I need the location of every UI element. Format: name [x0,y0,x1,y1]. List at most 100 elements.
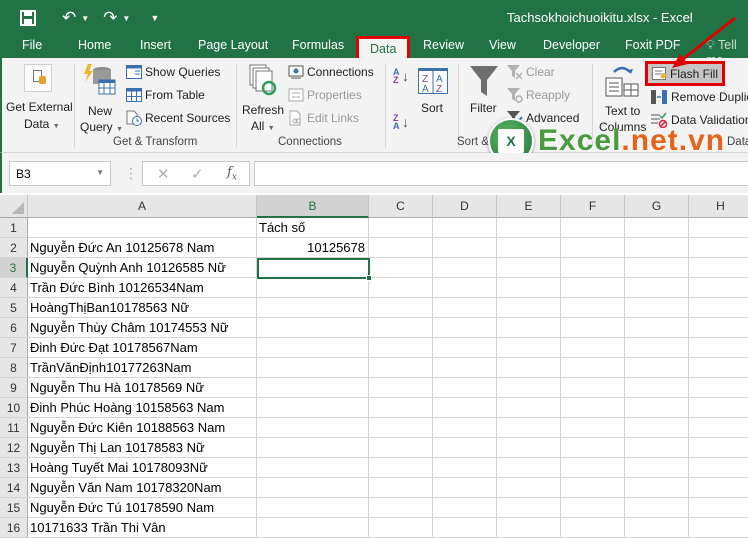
cell-e1[interactable] [497,218,561,238]
row-header[interactable]: 13 [0,458,28,478]
cell-d10[interactable] [433,398,497,418]
undo-dropdown-icon[interactable]: ▼ [81,14,89,23]
cell-a9[interactable]: Nguyễn Thu Hà 10178569 Nữ [28,378,257,398]
cell-f6[interactable] [561,318,625,338]
cell-a13[interactable]: Hoàng Tuyết Mai 10178093Nữ [28,458,257,478]
tab-file[interactable]: File [22,38,42,52]
cell-d5[interactable] [433,298,497,318]
tab-review[interactable]: Review [423,38,464,52]
cell-a10[interactable]: Đinh Phúc Hoàng 10158563 Nam [28,398,257,418]
cell-g11[interactable] [625,418,689,438]
cell-c10[interactable] [369,398,433,418]
cell-b6[interactable] [257,318,369,338]
get-external-data-button[interactable]: Get External Data ▼ [4,62,73,132]
cell-f16[interactable] [561,518,625,538]
row-header[interactable]: 4 [0,278,28,298]
cell-c11[interactable] [369,418,433,438]
cell-a7[interactable]: Đinh Đức Đạt 10178567Nam [28,338,257,358]
cell-c4[interactable] [369,278,433,298]
cell-c7[interactable] [369,338,433,358]
cell-h14[interactable] [689,478,748,498]
cell-c14[interactable] [369,478,433,498]
cell-d3[interactable] [433,258,497,278]
cell-c5[interactable] [369,298,433,318]
cell-a11[interactable]: Nguyễn Đức Kiên 10188563 Nam [28,418,257,438]
cell-f13[interactable] [561,458,625,478]
cell-f1[interactable] [561,218,625,238]
cell-d9[interactable] [433,378,497,398]
formula-bar-grip-icon[interactable]: ⋮ [124,165,138,182]
row-header[interactable]: 16 [0,518,28,538]
cell-a4[interactable]: Trần Đức Bình 10126534Nam [28,278,257,298]
cell-f10[interactable] [561,398,625,418]
cell-h1[interactable] [689,218,748,238]
cell-b9[interactable] [257,378,369,398]
cell-b12[interactable] [257,438,369,458]
cell-d2[interactable] [433,238,497,258]
cell-d14[interactable] [433,478,497,498]
cell-g6[interactable] [625,318,689,338]
tab-home[interactable]: Home [78,38,111,52]
cell-f4[interactable] [561,278,625,298]
row-header[interactable]: 1 [0,218,28,238]
cell-f12[interactable] [561,438,625,458]
undo-icon[interactable]: ↶ [62,8,76,28]
cell-a16[interactable]: 10171633 Trần Thi Vân [28,518,257,538]
cell-h10[interactable] [689,398,748,418]
column-header-h[interactable]: H [689,195,748,218]
fill-handle[interactable] [366,275,372,281]
tab-page-layout[interactable]: Page Layout [198,38,268,52]
name-box[interactable]: B3 ▼ [9,161,111,186]
cell-h4[interactable] [689,278,748,298]
cell-e7[interactable] [497,338,561,358]
column-header-f[interactable]: F [561,195,625,218]
cell-a14[interactable]: Nguyễn Văn Nam 10178320Nam [28,478,257,498]
cell-f5[interactable] [561,298,625,318]
cell-c13[interactable] [369,458,433,478]
cell-c3[interactable] [369,258,433,278]
row-header[interactable]: 14 [0,478,28,498]
cell-f9[interactable] [561,378,625,398]
cell-e10[interactable] [497,398,561,418]
sort-button[interactable]: ZAAZ Sort [416,66,450,126]
cell-d1[interactable] [433,218,497,238]
cell-f3[interactable] [561,258,625,278]
cell-e4[interactable] [497,278,561,298]
cell-h9[interactable] [689,378,748,398]
row-header[interactable]: 15 [0,498,28,518]
cell-b10[interactable] [257,398,369,418]
row-header[interactable]: 9 [0,378,28,398]
cell-g3[interactable] [625,258,689,278]
tab-insert[interactable]: Insert [140,38,171,52]
save-icon[interactable] [20,10,36,26]
cell-h3[interactable] [689,258,748,278]
row-header[interactable]: 2 [0,238,28,258]
cell-e13[interactable] [497,458,561,478]
cell-b14[interactable] [257,478,369,498]
cell-a5[interactable]: HoàngThịBan10178563 Nữ [28,298,257,318]
row-header[interactable]: 8 [0,358,28,378]
row-header[interactable]: 6 [0,318,28,338]
cell-h13[interactable] [689,458,748,478]
cell-e12[interactable] [497,438,561,458]
cell-b4[interactable] [257,278,369,298]
insert-function-icon[interactable]: fx [227,165,237,183]
cell-f8[interactable] [561,358,625,378]
cell-c6[interactable] [369,318,433,338]
cell-g5[interactable] [625,298,689,318]
dropdown-arrow-icon[interactable]: ▼ [96,168,104,177]
cell-g14[interactable] [625,478,689,498]
cell-b5[interactable] [257,298,369,318]
tab-developer[interactable]: Developer [543,38,600,52]
cell-c16[interactable] [369,518,433,538]
cell-g1[interactable] [625,218,689,238]
cell-f7[interactable] [561,338,625,358]
cell-e14[interactable] [497,478,561,498]
cell-g12[interactable] [625,438,689,458]
cell-d12[interactable] [433,438,497,458]
cell-b11[interactable] [257,418,369,438]
sort-descending-button[interactable]: ZA [393,114,400,131]
cell-h8[interactable] [689,358,748,378]
cell-e16[interactable] [497,518,561,538]
cell-c1[interactable] [369,218,433,238]
